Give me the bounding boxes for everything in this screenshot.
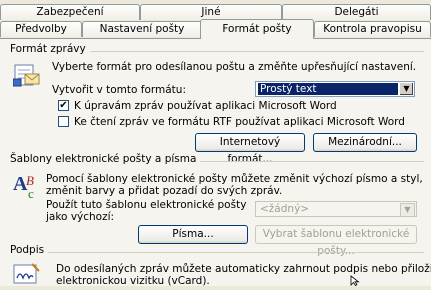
tab-zabezpeceni[interactable]: Zabezpečení (0, 4, 140, 20)
tab-kontrola-pravopisu[interactable]: Kontrola pravopisu (314, 21, 431, 37)
use-word-rtf-label[interactable]: Ke čtení zpráv ve formátu RTF používat a… (74, 116, 405, 128)
stationery-description-1: Pomocí šablony elektronické pošty můžete… (46, 173, 423, 185)
section-title-stationery: Šablony elektronické pošty a písma (10, 153, 201, 165)
tab-delegati[interactable]: Delegáti (282, 4, 431, 20)
internet-format-button[interactable]: Internetový formát... (195, 133, 305, 165)
fonts-button[interactable]: Písma... (138, 225, 248, 244)
international-button[interactable]: Mezinárodní... (313, 133, 417, 152)
section-title-format: Formát zprávy (10, 43, 90, 55)
default-template-label-1: Použít tuto šablonu elektronické pošty (46, 199, 247, 211)
compose-format-label: Vytvořit v tomto formátu: (52, 84, 186, 96)
tab-jine[interactable]: Jiné (140, 4, 282, 20)
tab-label: Nastavení pošty (99, 23, 185, 35)
use-word-edit-checkbox[interactable]: ✔ (58, 100, 69, 111)
chevron-down-icon[interactable]: ▼ (400, 203, 415, 217)
chevron-down-icon[interactable]: ▼ (399, 83, 413, 95)
tab-label: Předvolby (15, 23, 67, 35)
tab-label: Jiné (201, 6, 221, 18)
mouse-cursor-icon (350, 275, 360, 287)
use-word-edit-label[interactable]: K úpravám zpráv používat aplikaci Micros… (74, 100, 337, 112)
tab-format-posty[interactable]: Formát pošty (200, 19, 314, 39)
svg-text:c: c (28, 186, 34, 199)
section-divider (10, 252, 424, 253)
stationery-description-2: změnit barvy a přidat pozadí do svých zp… (46, 185, 283, 197)
tab-label: Zabezpečení (36, 6, 104, 18)
tab-predvolby[interactable]: Předvolby (0, 21, 82, 37)
tab-label: Delegáti (334, 6, 379, 18)
tab-label: Kontrola pravopisu (323, 23, 422, 35)
tab-nastaveni-posty[interactable]: Nastavení pošty (82, 21, 202, 37)
default-template-select[interactable]: <žádný> ▼ (255, 201, 417, 217)
compose-format-select[interactable]: Prostý text ▼ (255, 81, 415, 97)
signature-description-2: elektronickou vizitku (vCard). (56, 275, 210, 287)
use-word-rtf-checkbox[interactable] (58, 116, 69, 127)
signature-description-1: Do odesílaných zpráv můžete automaticky … (56, 263, 431, 275)
tab-panel: Formát zprávy Vyberte formát pro odesíla… (0, 38, 431, 287)
fonts-stationery-icon: A B c (12, 171, 42, 201)
tab-label: Formát pošty (222, 23, 292, 35)
mail-format-icon (12, 61, 41, 87)
default-template-label-2: jako výchozí: (46, 211, 115, 223)
section-title-signature: Podpis (10, 244, 49, 256)
pick-stationery-button[interactable]: Vybrat šablonu elektronické pošty... (255, 225, 417, 257)
default-template-value: <žádný> (260, 203, 310, 215)
checkmark-icon: ✔ (59, 100, 68, 111)
format-description: Vyberte formát pro odesílanou poštu a zm… (52, 61, 417, 73)
signature-icon (12, 261, 42, 287)
compose-format-value: Prostý text (258, 83, 398, 95)
